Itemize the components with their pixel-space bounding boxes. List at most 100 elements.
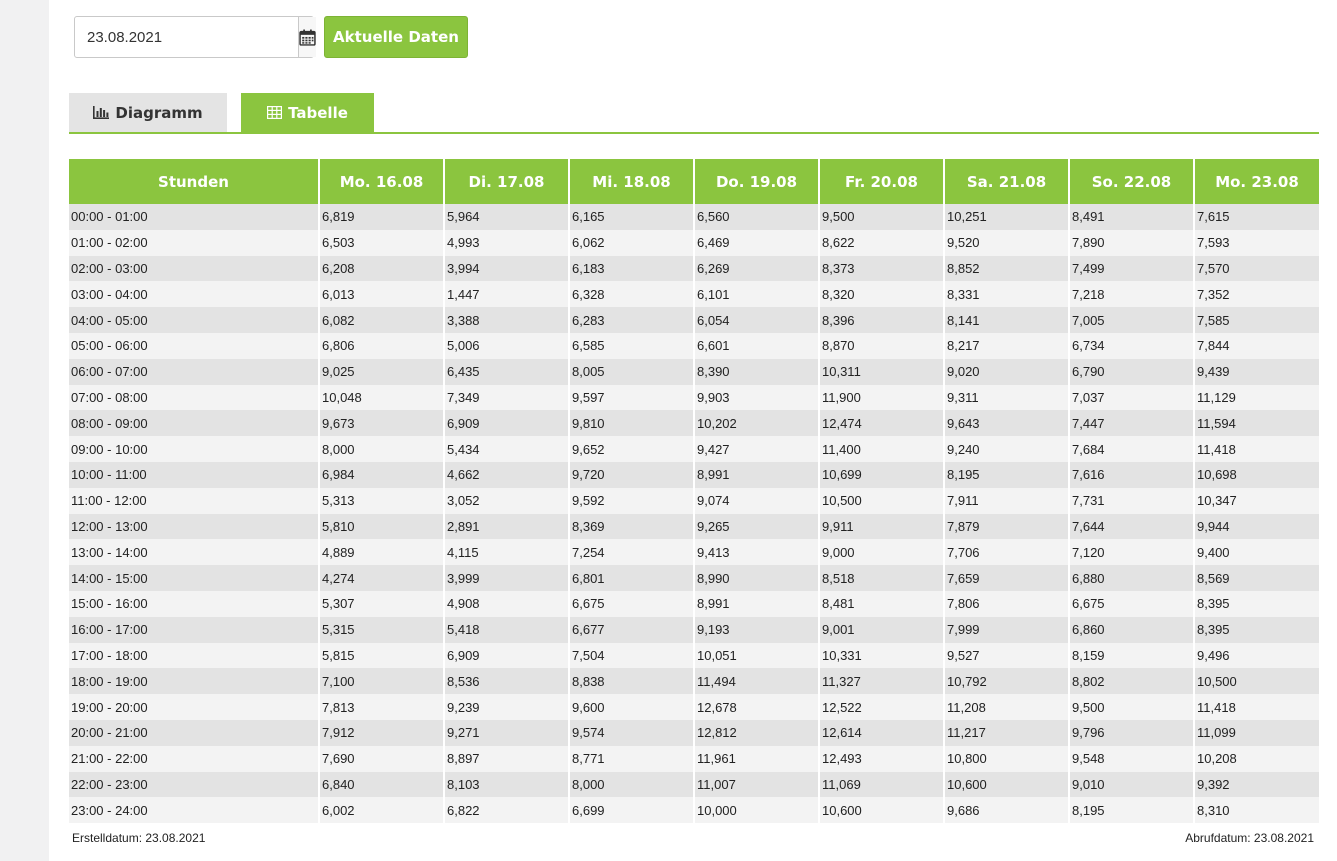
- value-cell: 9,074: [694, 487, 820, 514]
- value-cell: 11,900: [819, 384, 945, 411]
- tab-tabelle[interactable]: Tabelle: [241, 93, 374, 132]
- value-cell: 11,961: [694, 745, 820, 772]
- value-cell: 8,991: [694, 461, 820, 488]
- value-cell: 6,560: [694, 204, 820, 230]
- value-cell: 10,051: [694, 642, 820, 669]
- value-cell: 11,594: [1194, 410, 1319, 437]
- table-row: 23:00 - 24:00 6,002 6,822 6,699 10,000 10,600…: [69, 797, 1319, 824]
- value-cell: 11,418: [1194, 694, 1319, 720]
- value-cell: 12,493: [819, 745, 945, 772]
- value-cell: 8,536: [444, 668, 570, 695]
- table-row: 05:00 - 06:00 6,806 5,006 6,585 6,601 8,870 8,…: [69, 332, 1319, 359]
- value-cell: 10,699: [819, 461, 945, 488]
- hour-range-cell: 07:00 - 08:00: [69, 384, 320, 411]
- value-cell: 10,698: [1194, 461, 1319, 488]
- table-row: 08:00 - 09:00 9,673 6,909 9,810 10,202 12,474…: [69, 410, 1319, 437]
- table-row: 21:00 - 22:00 7,690 8,897 8,771 11,961 12,493…: [69, 745, 1319, 772]
- value-cell: 8,103: [444, 771, 570, 798]
- table-row: 12:00 - 13:00 5,810 2,891 8,369 9,265 9,911 7,…: [69, 513, 1319, 540]
- value-cell: 10,202: [694, 410, 820, 437]
- value-cell: 3,052: [444, 487, 570, 514]
- value-cell: 9,548: [1069, 745, 1195, 772]
- value-cell: 9,240: [944, 436, 1070, 462]
- value-cell: 11,129: [1194, 384, 1319, 411]
- value-cell: 7,911: [944, 487, 1070, 514]
- value-cell: 6,101: [694, 281, 820, 308]
- value-cell: 5,006: [444, 332, 570, 359]
- tab-diagramm[interactable]: Diagramm: [69, 93, 227, 132]
- value-cell: 6,909: [444, 642, 570, 669]
- value-cell: 7,731: [1069, 487, 1195, 514]
- date-input[interactable]: [75, 17, 298, 57]
- table-row: 13:00 - 14:00 4,889 4,115 7,254 9,413 9,000 7,…: [69, 539, 1319, 566]
- hour-range-cell: 15:00 - 16:00: [69, 590, 320, 617]
- value-cell: 7,447: [1069, 410, 1195, 437]
- value-cell: 8,320: [819, 281, 945, 308]
- value-cell: 6,002: [319, 797, 445, 824]
- left-sidebar-strip: [0, 0, 49, 861]
- value-cell: 6,880: [1069, 565, 1195, 591]
- value-cell: 9,239: [444, 694, 570, 720]
- value-cell: 9,496: [1194, 642, 1319, 669]
- value-cell: 5,434: [444, 436, 570, 462]
- hour-range-cell: 00:00 - 01:00: [69, 204, 320, 230]
- value-cell: 9,720: [569, 461, 695, 488]
- value-cell: 12,614: [819, 719, 945, 746]
- value-cell: 9,796: [1069, 719, 1195, 746]
- hour-range-cell: 03:00 - 04:00: [69, 281, 320, 308]
- table-row: 15:00 - 16:00 5,307 4,908 6,675 8,991 8,481 7,…: [69, 590, 1319, 617]
- value-cell: 7,813: [319, 694, 445, 720]
- value-cell: 9,527: [944, 642, 1070, 669]
- column-header-day: So. 22.08: [1069, 159, 1195, 204]
- table-icon: [267, 106, 283, 119]
- value-cell: 10,800: [944, 745, 1070, 772]
- column-header-day: Di. 17.08: [444, 159, 570, 204]
- value-cell: 8,622: [819, 229, 945, 256]
- value-cell: 12,522: [819, 694, 945, 720]
- value-cell: 7,349: [444, 384, 570, 411]
- value-cell: 12,678: [694, 694, 820, 720]
- table-row: 22:00 - 23:00 6,840 8,103 8,000 11,007 11,069…: [69, 771, 1319, 798]
- calendar-button[interactable]: [298, 17, 316, 57]
- value-cell: 10,500: [819, 487, 945, 514]
- value-cell: 9,673: [319, 410, 445, 437]
- value-cell: 6,082: [319, 307, 445, 333]
- value-cell: 8,897: [444, 745, 570, 772]
- hour-range-cell: 12:00 - 13:00: [69, 513, 320, 540]
- hour-range-cell: 21:00 - 22:00: [69, 745, 320, 772]
- value-cell: 8,195: [944, 461, 1070, 488]
- current-data-button[interactable]: Aktuelle Daten: [324, 16, 468, 58]
- value-cell: 7,218: [1069, 281, 1195, 308]
- value-cell: 7,120: [1069, 539, 1195, 566]
- value-cell: 11,327: [819, 668, 945, 695]
- value-cell: 5,418: [444, 616, 570, 643]
- value-cell: 3,994: [444, 255, 570, 282]
- value-cell: 11,069: [819, 771, 945, 798]
- value-cell: 7,593: [1194, 229, 1319, 256]
- value-cell: 6,822: [444, 797, 570, 824]
- retrieved-date: Abrufdatum: 23.08.2021: [1185, 831, 1314, 845]
- date-picker[interactable]: [74, 16, 316, 58]
- value-cell: 10,048: [319, 384, 445, 411]
- value-cell: 8,838: [569, 668, 695, 695]
- table-row: 07:00 - 08:00 10,048 7,349 9,597 9,903 11,900…: [69, 384, 1319, 411]
- value-cell: 7,684: [1069, 436, 1195, 462]
- value-cell: 9,020: [944, 358, 1070, 385]
- table-row: 20:00 - 21:00 7,912 9,271 9,574 12,812 12,614…: [69, 719, 1319, 746]
- view-tabs: Diagramm Tabelle: [69, 93, 1319, 134]
- value-cell: 9,010: [1069, 771, 1195, 798]
- value-cell: 6,677: [569, 616, 695, 643]
- value-cell: 9,000: [819, 539, 945, 566]
- value-cell: 9,392: [1194, 771, 1319, 798]
- value-cell: 6,183: [569, 255, 695, 282]
- value-cell: 7,890: [1069, 229, 1195, 256]
- value-cell: 1,447: [444, 281, 570, 308]
- value-cell: 9,311: [944, 384, 1070, 411]
- bar-chart-icon: [93, 106, 110, 119]
- value-cell: 8,217: [944, 332, 1070, 359]
- column-header-day: Mo. 23.08: [1194, 159, 1319, 204]
- value-cell: 8,396: [819, 307, 945, 333]
- value-cell: 9,439: [1194, 358, 1319, 385]
- value-cell: 8,569: [1194, 565, 1319, 591]
- value-cell: 10,000: [694, 797, 820, 824]
